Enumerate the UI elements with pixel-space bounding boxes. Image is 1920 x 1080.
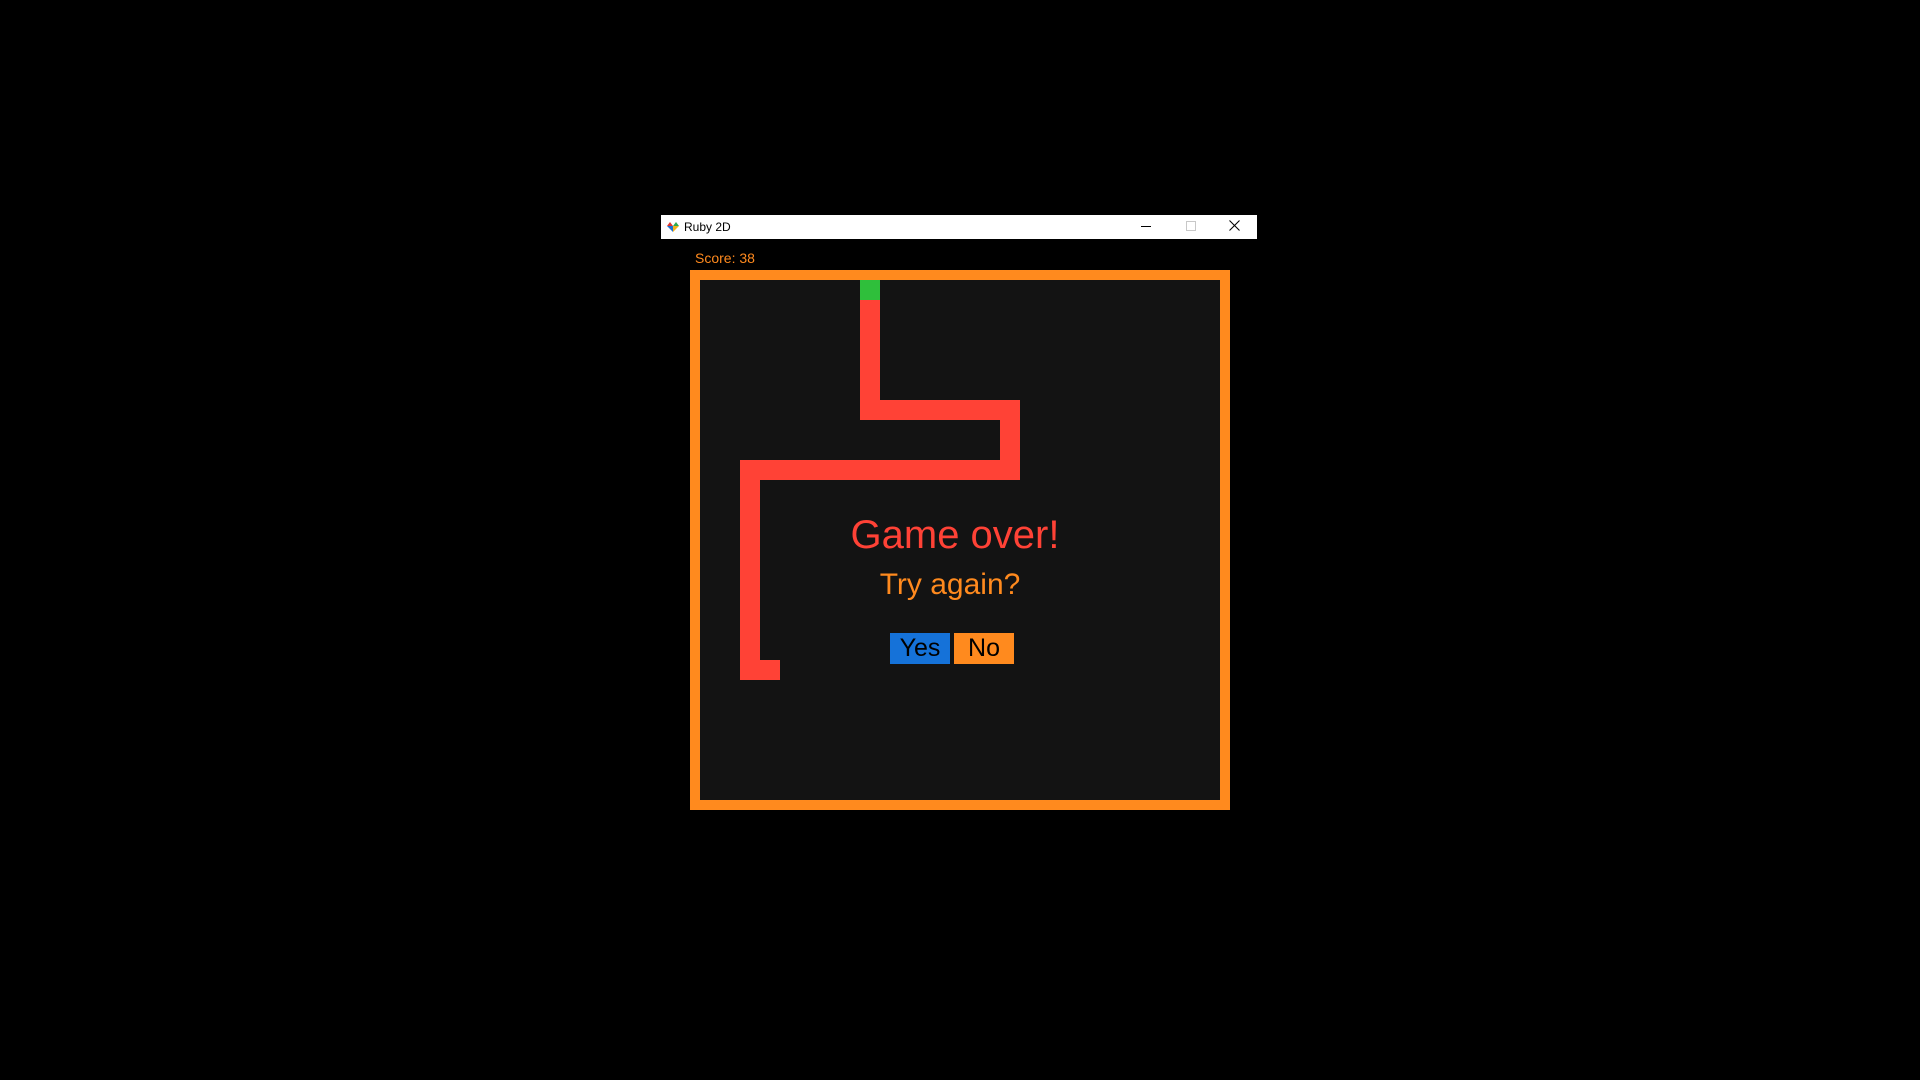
no-button[interactable]: No	[954, 633, 1014, 664]
game-canvas[interactable]: Score: 38 Game over! Try again? Yes No	[661, 239, 1257, 837]
game-over-message: Game over!	[850, 513, 1060, 557]
minimize-icon	[1140, 218, 1151, 236]
close-icon	[1229, 218, 1240, 236]
board-border: Game over! Try again? Yes No	[690, 270, 1230, 810]
yes-button[interactable]: Yes	[890, 633, 950, 664]
snake-segment	[860, 400, 1020, 420]
ruby-2d-app-icon	[665, 220, 681, 234]
snake-segment	[740, 460, 1020, 480]
game-board: Game over! Try again? Yes No	[700, 280, 1220, 800]
score-label: Score: 38	[695, 250, 755, 266]
minimize-button[interactable]	[1123, 215, 1168, 239]
close-button[interactable]	[1212, 215, 1257, 239]
try-again-prompt: Try again?	[879, 568, 1021, 601]
food-block	[860, 280, 880, 300]
game-window: Ruby 2D Score: 38 Game over! Try again? …	[661, 215, 1257, 837]
window-title: Ruby 2D	[684, 220, 731, 234]
maximize-button[interactable]	[1168, 215, 1213, 239]
snake-segment	[740, 660, 780, 680]
title-bar[interactable]: Ruby 2D	[661, 215, 1257, 239]
maximize-icon	[1185, 218, 1196, 236]
